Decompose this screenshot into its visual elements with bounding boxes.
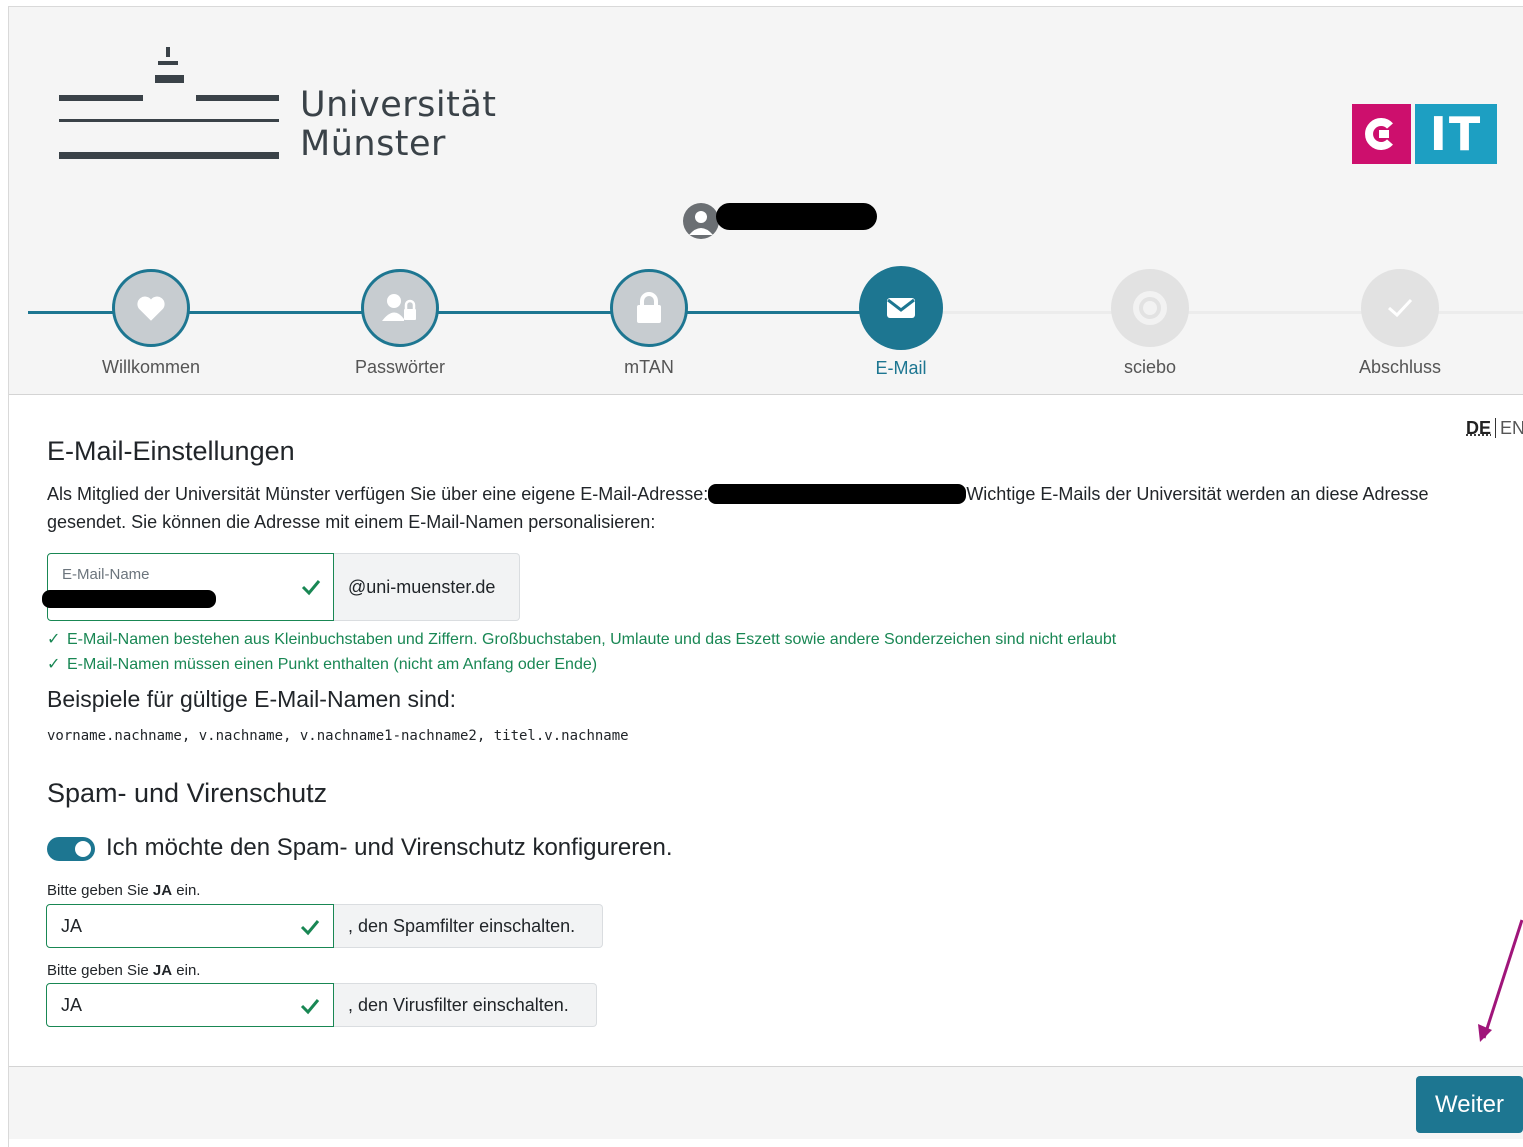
user-avatar-icon (683, 203, 719, 239)
virus-filter-input[interactable]: JA (46, 983, 334, 1027)
heart-icon (134, 291, 168, 325)
redacted-email-name (42, 590, 216, 608)
cit-logo: IT (1352, 104, 1497, 164)
logo-mark-part (59, 152, 279, 159)
email-hint-2: ✓ E-Mail-Namen müssen einen Punkt enthalt… (47, 654, 597, 674)
step-label: mTAN (524, 357, 774, 378)
footer-bar (9, 1066, 1523, 1139)
prompt-text: ein. (172, 882, 200, 899)
valid-check-icon (300, 997, 320, 1015)
step-mtan[interactable]: mTAN (524, 269, 774, 378)
step-circle (610, 269, 688, 347)
prompt-bold: JA (153, 962, 172, 979)
logo-mark-part (59, 95, 143, 101)
email-intro-text: Als Mitglied der Universität Münster ver… (47, 480, 1507, 536)
logo-mark-part (59, 119, 279, 122)
step-label: E-Mail (776, 358, 1026, 379)
redacted-username (716, 203, 877, 230)
step-label: Willkommen (26, 357, 276, 378)
step-label: sciebo (1025, 357, 1275, 378)
logo-mark-part (155, 75, 184, 83)
valid-check-icon (300, 918, 320, 936)
logo-mark-part (166, 47, 170, 57)
next-button[interactable]: Weiter (1416, 1076, 1523, 1133)
cit-c-icon (1352, 104, 1411, 164)
step-email[interactable]: E-Mail (776, 266, 1026, 379)
step-circle (1361, 269, 1439, 347)
logo-line-1: Universität (300, 86, 497, 125)
toggle-knob (75, 841, 91, 857)
logo-wordmark: Universität Münster (300, 86, 497, 164)
spam-toggle-label: Ich möchte den Spam- und Virenschutz kon… (106, 834, 673, 862)
step-abschluss[interactable]: Abschluss (1275, 269, 1523, 378)
email-domain-addon: @uni-muenster.de (334, 553, 520, 621)
email-name-field[interactable]: E-Mail-Name (47, 553, 334, 621)
prompt-text: ein. (172, 962, 200, 979)
envelope-icon (886, 296, 916, 320)
step-passwoerter[interactable]: Passwörter (275, 269, 525, 378)
cit-it-text: IT (1415, 104, 1497, 164)
step-sciebo[interactable]: sciebo (1025, 269, 1275, 378)
logo-line-2: Münster (300, 125, 497, 164)
prompt-text: Bitte geben Sie (47, 962, 153, 979)
logo-mark-part (196, 95, 279, 101)
virus-filter-value: JA (61, 995, 82, 1016)
hint-text: E-Mail-Namen müssen einen Punkt enthalte… (67, 656, 597, 673)
spam-filter-input[interactable]: JA (46, 904, 334, 948)
virus-filter-addon: , den Virusfilter einschalten. (334, 983, 597, 1027)
lock-icon (634, 291, 664, 325)
hint-check-icon: ✓ (47, 654, 67, 674)
intro-text-before: Als Mitglied der Universität Münster ver… (47, 484, 708, 504)
lang-de[interactable]: DE (1466, 418, 1491, 438)
step-circle (112, 269, 190, 347)
language-switch: DE EN (1466, 418, 1523, 439)
spam-section-title: Spam- und Virenschutz (47, 778, 327, 809)
hint-check-icon: ✓ (47, 629, 67, 649)
annotation-arrow-icon (1470, 910, 1523, 1045)
step-willkommen[interactable]: Willkommen (26, 269, 276, 378)
step-label: Abschluss (1275, 357, 1523, 378)
prompt-text: Bitte geben Sie (47, 882, 153, 899)
hint-text: E-Mail-Namen bestehen aus Kleinbuchstabe… (67, 631, 1116, 648)
email-settings-title: E-Mail-Einstellungen (47, 436, 295, 467)
lang-en[interactable]: EN (1495, 418, 1523, 438)
step-circle (1111, 269, 1189, 347)
valid-check-icon (301, 578, 321, 596)
redacted-email-address (708, 484, 966, 504)
logo-mark-part (158, 61, 178, 65)
prompt-bold: JA (153, 882, 172, 899)
step-label: Passwörter (275, 357, 525, 378)
email-name-label: E-Mail-Name (62, 566, 150, 583)
step-circle-active (859, 266, 943, 350)
sciebo-icon (1131, 289, 1169, 327)
spam-filter-value: JA (61, 916, 82, 937)
examples-list: vorname.nachname, v.nachname, v.nachname… (47, 728, 629, 744)
spam-prompt: Bitte geben Sie JA ein. (47, 882, 200, 899)
examples-title: Beispiele für gültige E-Mail-Namen sind: (47, 686, 456, 713)
spam-filter-addon: , den Spamfilter einschalten. (334, 904, 603, 948)
user-lock-icon (380, 291, 420, 325)
virus-prompt: Bitte geben Sie JA ein. (47, 962, 200, 979)
email-hint-1: ✓ E-Mail-Namen bestehen aus Kleinbuchstab… (47, 629, 1116, 649)
cit-c-block (1352, 104, 1411, 164)
checkmark-icon (1386, 297, 1414, 319)
step-circle (361, 269, 439, 347)
spam-protection-toggle[interactable] (47, 837, 95, 861)
